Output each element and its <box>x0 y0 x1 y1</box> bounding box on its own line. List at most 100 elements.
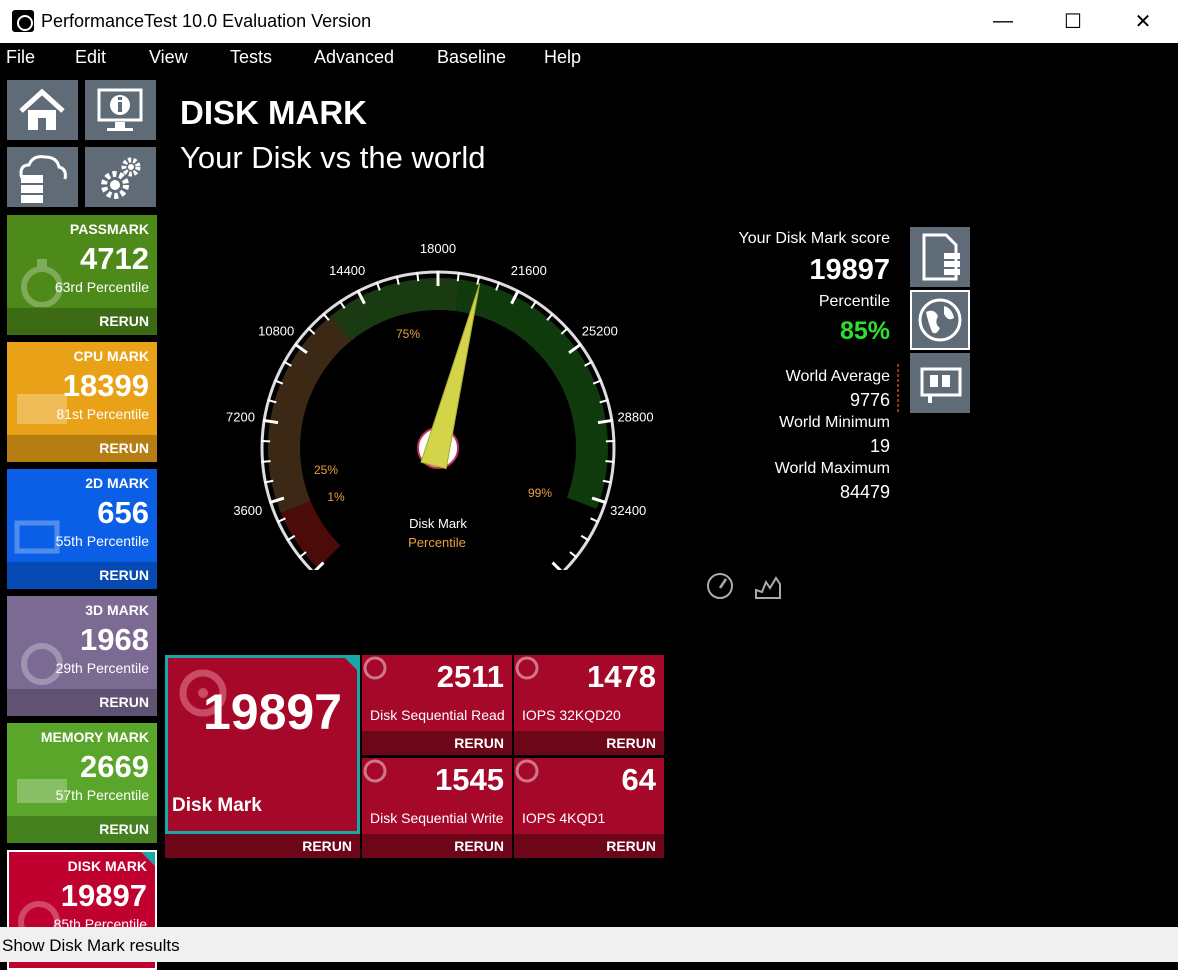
rerun-button[interactable]: RERUN <box>7 689 157 716</box>
gauge-zone <box>268 316 351 513</box>
system-info-button[interactable] <box>85 80 156 140</box>
result-iops-32kqd20[interactable]: 1478 IOPS 32KQD20 RERUN <box>514 655 664 755</box>
rerun-button[interactable]: RERUN <box>7 435 157 462</box>
tile-score: 4712 <box>80 241 149 277</box>
result-iops-4kqd1[interactable]: 64 IOPS 4KQD1 RERUN <box>514 758 664 858</box>
rerun-button[interactable]: RERUN <box>514 834 664 858</box>
menu-edit[interactable]: Edit <box>75 47 106 68</box>
gauge-needle <box>418 283 480 468</box>
app-icon <box>12 10 34 32</box>
world-average-label: World Average <box>786 368 890 386</box>
gauge-tick <box>561 328 568 334</box>
rerun-button[interactable]: RERUN <box>7 308 157 335</box>
tile-percentile: 55th Percentile <box>56 533 149 549</box>
score-label: Your Disk Mark score <box>739 230 890 248</box>
tile-2d-mark[interactable]: 2D MARK 656 55th Percentile RERUN <box>7 469 157 589</box>
gauge-tick <box>570 552 577 558</box>
rerun-button[interactable]: RERUN <box>362 834 512 858</box>
menu-tests[interactable]: Tests <box>230 47 272 68</box>
system-info-icon <box>85 80 156 140</box>
rerun-button[interactable]: RERUN <box>7 562 157 589</box>
gauge-tick-label: 28800 <box>617 410 653 425</box>
maximize-button[interactable]: ☐ <box>1038 0 1108 43</box>
tile-name: CPU MARK <box>74 348 149 364</box>
gauge-zone <box>456 279 608 508</box>
test-label: IOPS 4KQD1 <box>522 810 605 826</box>
rerun-button[interactable]: RERUN <box>165 834 360 858</box>
title-bar: PerformanceTest 10.0 Evaluation Version … <box>0 0 1178 43</box>
disk-mark-label: Disk Mark <box>172 795 262 817</box>
menu-view[interactable]: View <box>149 47 188 68</box>
tile-score: 19897 <box>61 878 147 914</box>
gauge-tick-label: 32400 <box>610 503 646 518</box>
menu-help[interactable]: Help <box>544 47 581 68</box>
result-disk-sequential-read[interactable]: 2511 Disk Sequential Read RERUN <box>362 655 512 755</box>
tile-name: PASSMARK <box>70 221 149 237</box>
home-button[interactable] <box>7 80 78 140</box>
gauge-tick <box>458 272 459 281</box>
cloud-database-button[interactable] <box>7 147 78 207</box>
tile-score: 1968 <box>80 622 149 658</box>
disk-icon <box>362 758 390 786</box>
disk-icon <box>514 758 542 786</box>
tile-score: 18399 <box>63 368 149 404</box>
tile-percentile: 57th Percentile <box>56 787 149 803</box>
tile-name: 2D MARK <box>85 475 149 491</box>
gears-icon <box>85 147 156 207</box>
tile-name: 3D MARK <box>85 602 149 618</box>
gauge-tick-label: 14400 <box>329 263 365 278</box>
result-disk-mark[interactable]: 19897 Disk Mark RERUN <box>165 655 360 858</box>
gauge-tick-label: 3600 <box>233 503 262 518</box>
test-value: 1478 <box>587 659 656 695</box>
rerun-button[interactable]: RERUN <box>514 731 664 755</box>
world-maximum-value: 84479 <box>840 482 890 503</box>
tile-cpu-mark[interactable]: CPU MARK 18399 81st Percentile RERUN <box>7 342 157 462</box>
world-average-value: 9776 <box>850 390 890 411</box>
gauge-tick <box>262 461 271 462</box>
history-chart-icon[interactable] <box>754 572 782 600</box>
test-value: 2511 <box>437 659 504 695</box>
tile-percentile: 29th Percentile <box>56 660 149 676</box>
rerun-button[interactable]: RERUN <box>362 731 512 755</box>
gauge-tick <box>553 563 564 570</box>
menu-file[interactable]: File <box>6 47 35 68</box>
rerun-button[interactable]: RERUN <box>7 816 157 843</box>
score-value: 19897 <box>809 254 890 287</box>
tile-percentile: 63rd Percentile <box>55 279 149 295</box>
close-button[interactable]: ✕ <box>1108 0 1178 43</box>
gauge-tick <box>308 328 315 334</box>
world-compare-button[interactable] <box>910 290 970 350</box>
gauge-percentile-mark: 25% <box>314 463 338 477</box>
export-document-button[interactable] <box>910 227 970 287</box>
tile-score: 2669 <box>80 749 149 785</box>
disk-hardware-button[interactable] <box>910 353 970 413</box>
percentile-label: Percentile <box>819 293 890 311</box>
tile-memory-mark[interactable]: MEMORY MARK 2669 57th Percentile RERUN <box>7 723 157 843</box>
tile-name: MEMORY MARK <box>41 729 149 745</box>
gauge-zone <box>281 501 340 568</box>
tile-passmark[interactable]: PASSMARK 4712 63rd Percentile RERUN <box>7 215 157 335</box>
gauge-needle-pointer <box>421 283 480 468</box>
gauge-tick <box>417 272 418 281</box>
gauge-label: Disk Mark <box>409 516 467 531</box>
minimize-button[interactable]: — <box>968 0 1038 43</box>
gauge-tick <box>299 552 306 558</box>
tile-3d-mark[interactable]: 3D MARK 1968 29th Percentile RERUN <box>7 596 157 716</box>
menu-advanced[interactable]: Advanced <box>314 47 394 68</box>
gauge-tick-label: 7200 <box>226 410 255 425</box>
test-value: 1545 <box>435 762 504 798</box>
gauge-tick <box>323 313 329 320</box>
result-disk-sequential-write[interactable]: 1545 Disk Sequential Write RERUN <box>362 758 512 858</box>
speedometer-icon[interactable] <box>706 572 734 600</box>
gauge-tick-label: 18000 <box>420 241 456 256</box>
settings-button[interactable] <box>85 147 156 207</box>
gauge-percentile-mark: 1% <box>327 490 345 504</box>
test-label: Disk Sequential Read <box>370 707 505 723</box>
menu-baseline[interactable]: Baseline <box>437 47 506 68</box>
page-subtitle: Your Disk vs the world <box>180 140 486 176</box>
world-minimum-label: World Minimum <box>779 414 890 432</box>
tile-score: 656 <box>97 495 149 531</box>
test-label: Disk Sequential Write <box>370 810 504 826</box>
gauge-tick-label: 25200 <box>582 323 618 338</box>
disk-card-icon <box>910 353 970 413</box>
